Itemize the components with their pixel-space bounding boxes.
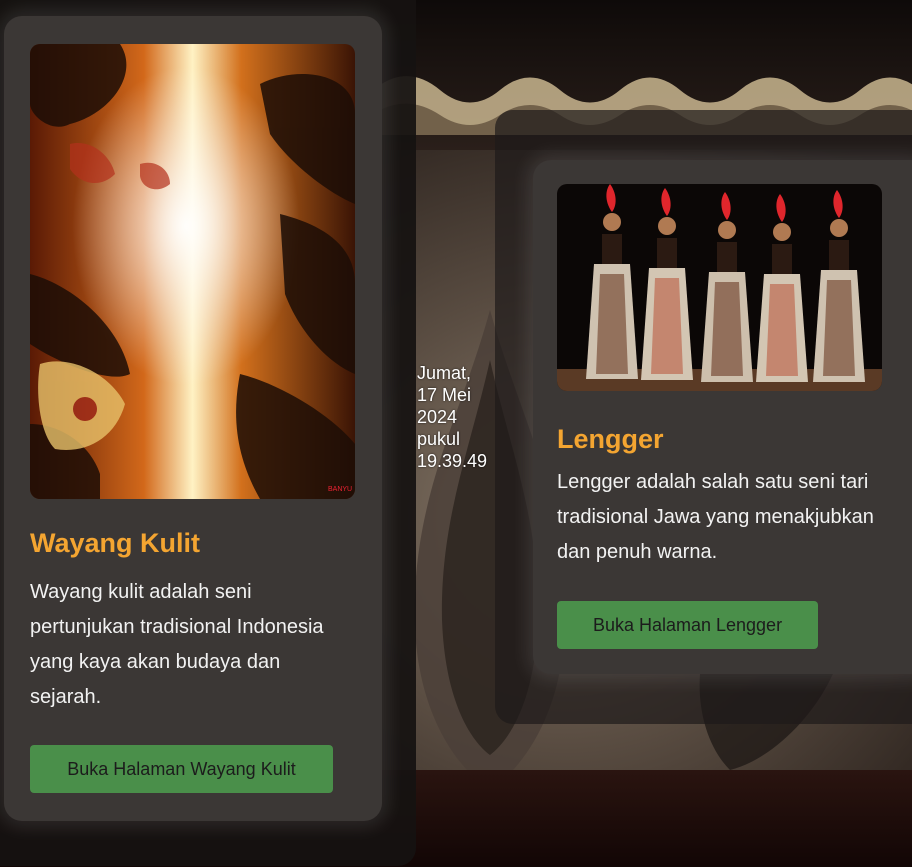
lengger-dancers-image xyxy=(557,184,882,391)
date-time-prefix: pukul xyxy=(417,429,461,449)
open-wayang-kulit-button[interactable]: Buka Halaman Wayang Kulit xyxy=(30,745,333,793)
card-description: Lengger adalah salah satu seni tari trad… xyxy=(557,471,874,563)
wayang-kulit-image: BANYU xyxy=(30,44,355,499)
date-time-display: Jumat, 17 Mei 2024 pukul 19.39.49 xyxy=(417,362,499,472)
date-year: 2024 xyxy=(417,407,458,427)
date-time: 19.39.49 xyxy=(417,451,488,471)
date-day: Jumat, xyxy=(417,363,472,383)
svg-text:BANYU: BANYU xyxy=(328,486,352,493)
card-description: Wayang kulit adalah seni pertunjukan tra… xyxy=(30,581,324,708)
left-content-panel: BANYU Wayang Kulit Wayang kulit adalah s… xyxy=(0,0,416,866)
open-lengger-button[interactable]: Buka Halaman Lengger xyxy=(557,601,818,649)
date-day-month: 17 Mei xyxy=(417,385,472,405)
card-wayang-kulit: BANYU Wayang Kulit Wayang kulit adalah s… xyxy=(4,16,382,821)
card-title: Lengger xyxy=(557,424,664,454)
right-content-panel: Lengger Lengger adalah salah satu seni t… xyxy=(495,110,912,724)
card-lengger: Lengger Lengger adalah salah satu seni t… xyxy=(533,160,912,674)
card-title: Wayang Kulit xyxy=(30,528,201,558)
